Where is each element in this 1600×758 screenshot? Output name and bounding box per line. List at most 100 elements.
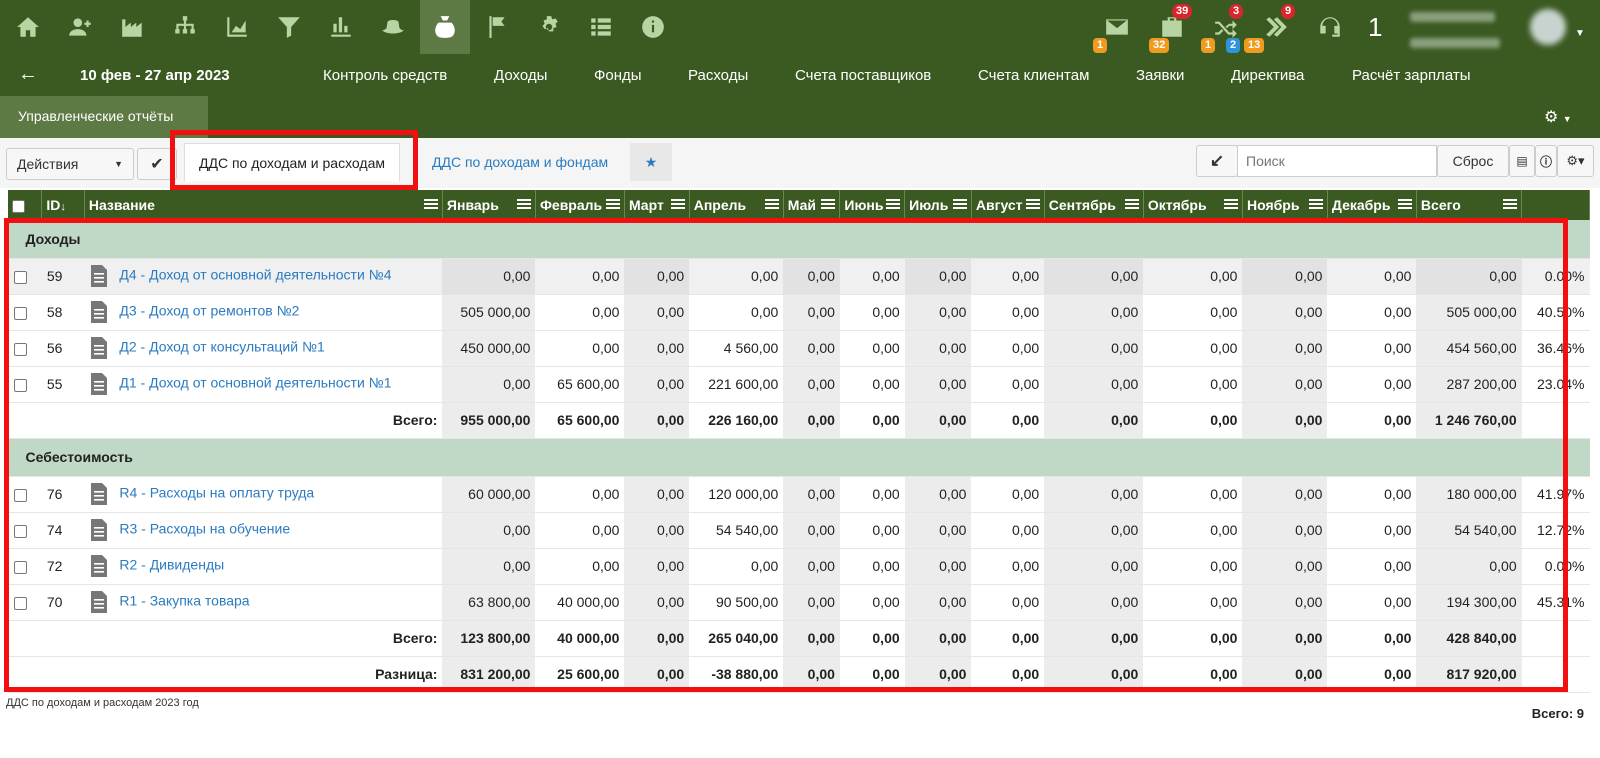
table-row[interactable]: 56 Д2 - Доход от консультаций №1 450 000,0… bbox=[5, 330, 1590, 367]
row-name-link[interactable]: R3 - Расходы на обучение bbox=[119, 521, 290, 537]
row-checkbox[interactable] bbox=[14, 560, 27, 574]
row-select-cell[interactable] bbox=[5, 548, 42, 585]
check-icon[interactable]: ✔ bbox=[137, 148, 177, 180]
column-menu-icon[interactable] bbox=[821, 199, 836, 211]
user-add-icon[interactable] bbox=[55, 0, 105, 54]
nav-funds[interactable]: Фонды bbox=[594, 67, 642, 84]
avatar[interactable] bbox=[1530, 9, 1566, 45]
col-id[interactable]: ID↓ bbox=[41, 190, 85, 220]
row-checkbox[interactable] bbox=[14, 488, 27, 502]
column-menu-icon[interactable] bbox=[605, 199, 620, 211]
col-feb[interactable]: Февраль bbox=[535, 190, 625, 220]
row-checkbox[interactable] bbox=[14, 342, 27, 356]
row-select-cell[interactable] bbox=[5, 584, 42, 621]
filter-icon[interactable] bbox=[264, 0, 314, 54]
row-name-link[interactable]: Д4 - Доход от основной деятельности №4 bbox=[119, 267, 391, 283]
tab-management-reports[interactable]: Управленческие отчёты bbox=[0, 96, 208, 138]
info-icon[interactable] bbox=[628, 0, 678, 54]
nav-payroll[interactable]: Расчёт зарплаты bbox=[1352, 67, 1470, 84]
gear-icon[interactable] bbox=[524, 0, 574, 54]
col-jan[interactable]: Январь bbox=[442, 190, 536, 220]
col-jul[interactable]: Июль bbox=[904, 190, 972, 220]
select-all-checkbox[interactable] bbox=[7, 190, 43, 220]
factory-icon[interactable] bbox=[108, 0, 158, 54]
row-select-cell[interactable] bbox=[5, 294, 42, 331]
column-menu-icon[interactable] bbox=[1503, 199, 1518, 211]
col-total[interactable]: Всего bbox=[1416, 190, 1523, 220]
column-menu-icon[interactable] bbox=[1397, 199, 1412, 211]
sitemap-icon[interactable] bbox=[160, 0, 210, 54]
row-checkbox[interactable] bbox=[14, 270, 27, 284]
row-name-link[interactable]: Д3 - Доход от ремонтов №2 bbox=[119, 303, 299, 319]
flag-icon[interactable] bbox=[472, 0, 522, 54]
nav-supplier-invoices[interactable]: Счета поставщиков bbox=[795, 67, 931, 84]
table-row[interactable]: 74 R3 - Расходы на обучение 0,00 0,00 0,00 54… bbox=[5, 512, 1590, 549]
row-select-cell[interactable] bbox=[5, 330, 42, 367]
nav-directive[interactable]: Директива bbox=[1231, 67, 1304, 84]
row-checkbox[interactable] bbox=[14, 596, 27, 610]
row-name-link[interactable]: Д1 - Доход от основной деятельности №1 bbox=[119, 375, 391, 391]
back-arrow-icon[interactable]: ← bbox=[18, 63, 38, 86]
bar-chart-icon[interactable] bbox=[316, 0, 366, 54]
hat-icon[interactable] bbox=[368, 0, 418, 54]
search-input[interactable] bbox=[1237, 145, 1437, 177]
col-may[interactable]: Май bbox=[783, 190, 841, 220]
column-menu-icon[interactable] bbox=[1223, 199, 1238, 211]
chevron-down-icon[interactable]: ▼ bbox=[1575, 28, 1585, 39]
tab-dds-income-expenses[interactable]: ДДС по доходам и расходам bbox=[184, 143, 400, 181]
money-bag-icon[interactable] bbox=[420, 0, 470, 54]
headset-icon[interactable] bbox=[1310, 0, 1350, 54]
row-name-link[interactable]: R1 - Закупка товара bbox=[119, 593, 249, 609]
row-name-link[interactable]: Д2 - Доход от консультаций №1 bbox=[119, 339, 324, 355]
table-row[interactable]: 76 R4 - Расходы на оплату труда 60 000,00 0… bbox=[5, 476, 1590, 513]
column-menu-icon[interactable] bbox=[516, 199, 531, 211]
home-icon[interactable] bbox=[3, 0, 53, 54]
row-select-cell[interactable] bbox=[5, 476, 42, 513]
row-select-cell[interactable] bbox=[5, 258, 42, 295]
column-menu-icon[interactable] bbox=[1124, 199, 1139, 211]
date-range[interactable]: 10 фев - 27 апр 2023 bbox=[80, 67, 230, 84]
row-name-link[interactable]: R4 - Расходы на оплату труда bbox=[119, 485, 314, 501]
row-checkbox[interactable] bbox=[14, 524, 27, 538]
col-apr[interactable]: Апрель bbox=[689, 190, 784, 220]
table-row[interactable]: 58 Д3 - Доход от ремонтов №2 505 000,00 0,0… bbox=[5, 294, 1590, 331]
column-menu-icon[interactable] bbox=[1025, 199, 1040, 211]
table-row[interactable]: 59 Д4 - Доход от основной деятельности №4… bbox=[5, 258, 1590, 295]
col-oct[interactable]: Октябрь bbox=[1143, 190, 1243, 220]
area-chart-icon[interactable] bbox=[212, 0, 262, 54]
table-settings-icon[interactable]: ⚙▾ bbox=[1557, 145, 1594, 177]
column-menu-icon[interactable] bbox=[423, 199, 438, 211]
row-select-cell[interactable] bbox=[5, 366, 42, 403]
column-menu-icon[interactable] bbox=[886, 199, 901, 211]
actions-dropdown[interactable]: Действия ▼ bbox=[6, 148, 134, 180]
col-dec[interactable]: Декабрь bbox=[1327, 190, 1417, 220]
info-icon[interactable]: ⓘ bbox=[1535, 145, 1557, 177]
collapse-arrow-icon[interactable]: ↙ bbox=[1196, 145, 1238, 177]
print-icon[interactable]: ▤ bbox=[1509, 145, 1535, 177]
nav-expenses[interactable]: Расходы bbox=[688, 67, 748, 84]
row-select-cell[interactable] bbox=[5, 512, 42, 549]
table-row[interactable]: 55 Д1 - Доход от основной деятельности №1… bbox=[5, 366, 1590, 403]
column-menu-icon[interactable] bbox=[764, 199, 779, 211]
table-row[interactable]: 70 R1 - Закупка товара 63 800,00 40 000,00 0… bbox=[5, 584, 1590, 621]
nav-income[interactable]: Доходы bbox=[494, 67, 547, 84]
col-mar[interactable]: Март bbox=[624, 190, 690, 220]
reset-button[interactable]: Сброс bbox=[1437, 145, 1509, 177]
pin-icon[interactable]: ★ bbox=[630, 143, 672, 181]
nav-requests[interactable]: Заявки bbox=[1136, 67, 1184, 84]
row-checkbox[interactable] bbox=[14, 378, 27, 392]
nav-cash-control[interactable]: Контроль средств bbox=[323, 67, 447, 84]
row-name-link[interactable]: R2 - Дивиденды bbox=[119, 557, 224, 573]
list-icon[interactable] bbox=[576, 0, 626, 54]
tab-dds-income-funds[interactable]: ДДС по доходам и фондам bbox=[418, 143, 622, 181]
col-sep[interactable]: Сентябрь bbox=[1044, 190, 1144, 220]
column-menu-icon[interactable] bbox=[952, 199, 967, 211]
column-menu-icon[interactable] bbox=[670, 199, 685, 211]
col-nov[interactable]: Ноябрь bbox=[1242, 190, 1328, 220]
table-row[interactable]: 72 R2 - Дивиденды 0,00 0,00 0,00 0,00 0,00 0,00… bbox=[5, 548, 1590, 585]
col-jun[interactable]: Июнь bbox=[839, 190, 906, 220]
col-aug[interactable]: Август bbox=[971, 190, 1045, 220]
column-menu-icon[interactable] bbox=[1308, 199, 1323, 211]
settings-gear-icon[interactable]: ⚙ ▼ bbox=[1544, 107, 1572, 127]
nav-client-invoices[interactable]: Счета клиентам bbox=[978, 67, 1089, 84]
